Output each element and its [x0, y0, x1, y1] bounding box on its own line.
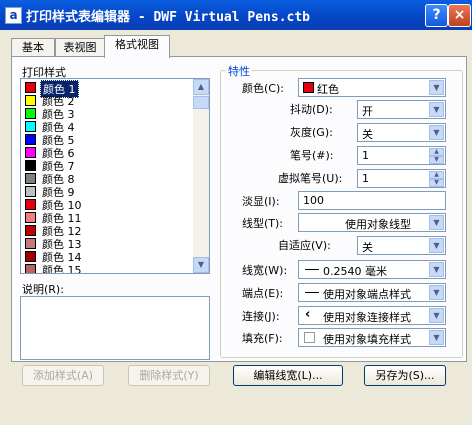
color-swatch — [25, 160, 36, 171]
plot-styles-list[interactable]: 颜色 1 颜色 2 颜色 3 颜色 4 颜色 5 颜色 6 颜色 7 颜色 8 — [20, 78, 210, 274]
fill-style-dropdown[interactable]: 使用对象填充样式 ▼ — [298, 328, 446, 347]
color-label: 颜色(C): — [242, 82, 284, 95]
plot-style-table-editor-window: a 打印样式表编辑器 - DWF Virtual Pens.ctb ? × 基本… — [0, 0, 472, 425]
adaptive-dropdown[interactable]: 关 ▼ — [357, 236, 446, 255]
color-swatch — [25, 212, 36, 223]
color-swatch — [25, 186, 36, 197]
fill-sample-icon — [304, 332, 315, 343]
title-bar[interactable]: a 打印样式表编辑器 - DWF Virtual Pens.ctb ? × — [0, 0, 472, 30]
spin-up-icon[interactable]: ▲ — [429, 148, 444, 156]
help-button[interactable]: ? — [425, 4, 448, 27]
add-style-button[interactable]: 添加样式(A) — [22, 365, 104, 386]
list-item[interactable]: 颜色 15 — [22, 263, 190, 273]
tab-form-view[interactable]: 格式视图 — [104, 35, 170, 58]
line-end-sample-icon — [305, 292, 319, 293]
spin-down-icon[interactable]: ▼ — [429, 156, 444, 164]
color-swatch — [25, 225, 36, 236]
color-swatch — [25, 121, 36, 132]
screening-label: 淡显(I): — [242, 195, 280, 208]
spin-up-icon[interactable]: ▲ — [429, 171, 444, 179]
chevron-down-icon[interactable]: ▼ — [429, 262, 444, 277]
dither-dropdown[interactable]: 开 ▼ — [357, 100, 446, 119]
scroll-down-arrow-icon[interactable]: ▼ — [193, 257, 209, 273]
virtual-pen-label: 虚拟笔号(U): — [278, 172, 343, 185]
edit-lineweights-button[interactable]: 编辑线宽(L)... — [233, 365, 343, 386]
list-scrollbar[interactable]: ▲ ▼ — [193, 79, 209, 273]
description-label: 说明(R): — [22, 283, 64, 296]
screening-input[interactable]: 100 — [298, 191, 446, 210]
tab-table-view[interactable]: 表视图 — [55, 38, 105, 57]
grayscale-dropdown[interactable]: 关 ▼ — [357, 123, 446, 142]
color-swatch — [25, 82, 36, 93]
chevron-down-icon[interactable]: ▼ — [429, 215, 444, 230]
lineweight-sample-icon — [305, 269, 319, 270]
chevron-down-icon[interactable]: ▼ — [429, 308, 444, 323]
color-swatch — [25, 238, 36, 249]
lineweight-label: 线宽(W): — [242, 264, 288, 277]
line-join-dropdown[interactable]: ‹ 使用对象连接样式 ▼ — [298, 306, 446, 325]
autocad-app-icon: a — [5, 7, 22, 24]
color-swatch — [25, 95, 36, 106]
line-join-icon: ‹ — [305, 307, 311, 322]
grayscale-label: 灰度(G): — [290, 126, 333, 139]
linetype-label: 线型(T): — [242, 217, 284, 230]
line-join-label: 连接(J): — [242, 310, 280, 323]
close-button[interactable]: × — [448, 4, 471, 27]
adaptive-label: 自适应(V): — [278, 239, 331, 252]
color-swatch — [25, 251, 36, 262]
color-swatch — [25, 264, 36, 273]
selected-color-swatch — [303, 82, 314, 93]
color-swatch — [25, 108, 36, 119]
line-end-dropdown[interactable]: 使用对象端点样式 ▼ — [298, 283, 446, 302]
linetype-dropdown[interactable]: 使用对象线型 ▼ — [298, 213, 446, 232]
dither-label: 抖动(D): — [290, 103, 333, 116]
chevron-down-icon[interactable]: ▼ — [429, 125, 444, 140]
color-swatch — [25, 147, 36, 158]
color-swatch — [25, 134, 36, 145]
virtual-pen-spinner[interactable]: 1 ▲ ▼ — [357, 169, 446, 188]
scroll-up-arrow-icon[interactable]: ▲ — [193, 79, 209, 95]
chevron-down-icon[interactable]: ▼ — [429, 330, 444, 345]
chevron-down-icon[interactable]: ▼ — [429, 238, 444, 253]
pen-number-label: 笔号(#): — [290, 149, 334, 162]
chevron-down-icon[interactable]: ▼ — [429, 285, 444, 300]
line-end-label: 端点(E): — [242, 287, 284, 300]
tab-general[interactable]: 基本 — [11, 38, 55, 57]
color-dropdown[interactable]: 红色 ▼ — [298, 78, 446, 97]
save-as-button[interactable]: 另存为(S)... — [364, 365, 446, 386]
scrollbar-thumb[interactable] — [193, 96, 209, 109]
color-swatch — [25, 173, 36, 184]
description-textarea[interactable] — [20, 296, 210, 360]
chevron-down-icon[interactable]: ▼ — [429, 102, 444, 117]
properties-group-title: 特性 — [226, 63, 252, 79]
color-swatch — [25, 199, 36, 210]
spin-down-icon[interactable]: ▼ — [429, 179, 444, 187]
pen-number-spinner[interactable]: 1 ▲ ▼ — [357, 146, 446, 165]
window-title: 打印样式表编辑器 - DWF Virtual Pens.ctb — [26, 10, 311, 25]
lineweight-dropdown[interactable]: 0.2540 毫米 ▼ — [298, 260, 446, 279]
chevron-down-icon[interactable]: ▼ — [429, 80, 444, 95]
delete-style-button[interactable]: 删除样式(Y) — [128, 365, 210, 386]
fill-style-label: 填充(F): — [242, 332, 283, 345]
